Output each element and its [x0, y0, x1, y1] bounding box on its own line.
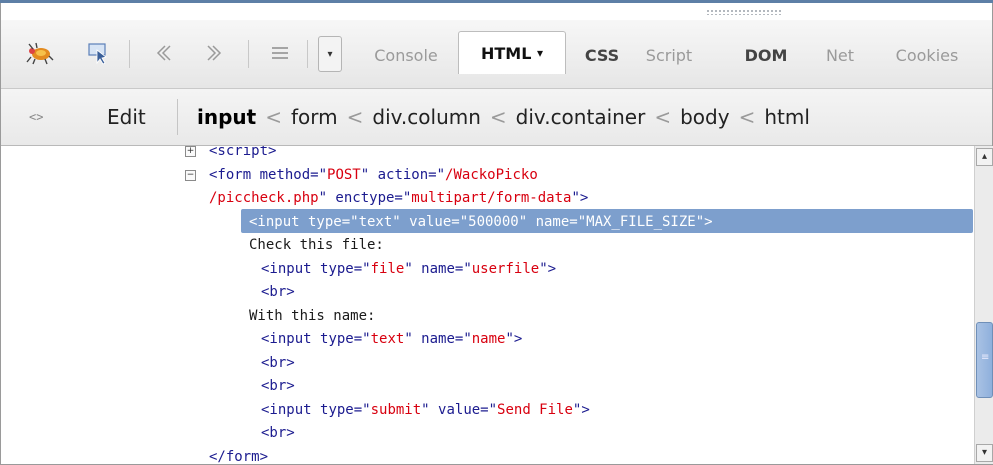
code-token: <script> [209, 146, 277, 159]
firebug-toolbar: ▾ Console HTML ▾ CSS Script DOM Net Cook… [1, 20, 992, 89]
code-token: " action=" [360, 166, 446, 183]
code-token: method=" [259, 166, 328, 183]
code-line[interactable]: /piccheck.php" enctype="multipart/form-d… [209, 187, 588, 209]
code-token: <br> [261, 354, 295, 371]
code-token: type=" [320, 331, 371, 347]
vertical-scrollbar[interactable]: ▴ ≡ ▾ [974, 146, 993, 464]
code-token: "> [571, 190, 589, 206]
back-icon[interactable] [147, 38, 181, 68]
toolbar-divider [129, 40, 130, 68]
grip-icon: ≡ [981, 352, 990, 363]
code-token: name [471, 331, 506, 347]
code-token: " value=" [421, 401, 498, 418]
code-token: "> [505, 331, 523, 347]
inspect-pointer-icon[interactable] [81, 38, 115, 68]
breadcrumb-path: input < form < div.column < div.containe… [197, 102, 810, 132]
chevron-down-icon: ▾ [536, 46, 544, 60]
list-icon[interactable] [263, 38, 297, 68]
code-token: " enctype=" [318, 190, 412, 206]
code-line[interactable]: <input type="file" name="userfile"> [261, 258, 556, 280]
code-token: <br> [261, 284, 295, 300]
expand-toggle-icon[interactable]: + [185, 146, 196, 157]
code-token: "> [572, 401, 590, 418]
breadcrumb-separator: < [265, 105, 282, 129]
breadcrumb-separator: < [489, 105, 507, 129]
scroll-up-icon[interactable]: ▴ [976, 148, 993, 166]
code-token: POST [327, 166, 361, 183]
tab-script[interactable]: Script [635, 38, 703, 72]
code-line[interactable]: <br> [261, 422, 295, 444]
code-line[interactable]: <input type="text" value="500000" name="… [249, 211, 713, 233]
breadcrumb-divider [177, 99, 178, 135]
tab-css[interactable]: CSS [577, 38, 627, 72]
firebug-icon[interactable] [23, 38, 57, 68]
code-line[interactable]: <br> [261, 375, 295, 397]
code-token: <input [261, 260, 321, 277]
dropdown-icon[interactable]: ▾ [318, 36, 342, 72]
scroll-down-icon[interactable]: ▾ [976, 444, 993, 462]
code-line[interactable]: <input type="submit" value="Send File"> [261, 399, 590, 421]
code-line[interactable]: Check this file: [249, 234, 384, 256]
code-token: With this name: [249, 307, 376, 324]
code-token: Send File [497, 401, 573, 418]
code-token: file [370, 260, 405, 277]
breadcrumb-item-html[interactable]: html [764, 105, 810, 129]
code-token: <input [261, 331, 321, 347]
code-token: " name=" [404, 331, 472, 347]
code-token: /piccheck.php [209, 190, 319, 206]
code-token: <br> [261, 425, 295, 441]
code-token: multipart/form-data [411, 190, 572, 206]
resize-grip[interactable] [706, 9, 782, 15]
scrollbar-thumb[interactable]: ≡ [976, 322, 993, 398]
breadcrumb-item-div-container[interactable]: div.container [516, 105, 646, 129]
code-line[interactable]: </form> [209, 446, 268, 465]
code-token: submit [370, 401, 422, 418]
code-token: <input type="text" value="500000" name="… [249, 213, 713, 230]
breadcrumb-separator: < [346, 105, 364, 129]
code-line[interactable]: <br> [261, 352, 295, 374]
code-line[interactable]: With this name: [249, 305, 375, 327]
code-token: </form> [209, 448, 269, 465]
collapse-toggle-icon[interactable]: − [185, 169, 196, 181]
breadcrumb-separator: < [654, 105, 672, 129]
forward-icon[interactable] [197, 38, 231, 68]
tab-console[interactable]: Console [357, 38, 455, 72]
tab-net[interactable]: Net [815, 38, 865, 72]
code-token: text [370, 331, 405, 347]
edit-button[interactable]: Edit [107, 102, 146, 132]
code-view-icon[interactable]: <> [29, 110, 43, 124]
code-line[interactable]: <script> [209, 146, 276, 162]
breadcrumb-item-div-column[interactable]: div.column [372, 105, 481, 129]
code-token: "> [539, 260, 557, 277]
breadcrumb-item-input[interactable]: input [197, 105, 256, 129]
code-line[interactable]: <input type="text" name="name"> [261, 328, 522, 350]
toolbar-divider [248, 40, 249, 68]
code-token: type=" [320, 401, 371, 418]
code-line[interactable]: <form method="POST" action="/WackoPicko [209, 164, 538, 186]
toolbar-divider [307, 40, 308, 68]
code-line[interactable]: <br> [261, 281, 295, 303]
breadcrumb: <> Edit input < form < div.column < div.… [1, 89, 992, 146]
code-token: " name=" [404, 260, 472, 277]
code-token: /WackoPicko [445, 166, 538, 183]
window-top-edge [0, 0, 993, 3]
html-source-view: + <script> − <form method="POST" action="/W… [1, 146, 974, 464]
code-token: userfile [471, 260, 540, 277]
tab-cookies[interactable]: Cookies [881, 38, 973, 72]
code-token: <input [261, 401, 321, 418]
tab-dom[interactable]: DOM [737, 38, 795, 72]
code-token: <form [209, 166, 260, 183]
breadcrumb-item-form[interactable]: form [291, 105, 338, 129]
breadcrumb-separator: < [738, 105, 756, 129]
breadcrumb-item-body[interactable]: body [680, 105, 729, 129]
code-token: type=" [320, 260, 371, 277]
code-token: <br> [261, 378, 295, 394]
code-token: Check this file: [249, 237, 384, 253]
tab-html[interactable]: HTML ▾ [458, 31, 566, 74]
